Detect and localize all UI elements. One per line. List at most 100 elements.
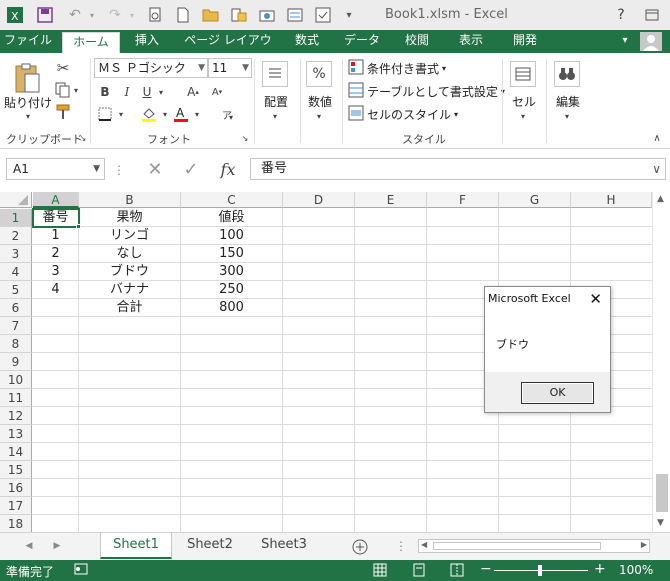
row-header[interactable]: 7 [0, 317, 32, 335]
underline-icon[interactable]: U [138, 83, 156, 101]
row-header[interactable]: 2 [0, 227, 32, 245]
row-header[interactable]: 15 [0, 461, 32, 479]
scroll-right-icon[interactable]: ▶ [641, 540, 647, 549]
fill-color-icon[interactable] [140, 105, 158, 123]
collapse-ribbon-icon[interactable]: ∧ [650, 131, 664, 145]
cell-c4[interactable]: 300 [181, 263, 282, 281]
borders-icon[interactable] [96, 105, 114, 123]
account-avatar[interactable] [640, 32, 662, 51]
tab-formulas[interactable]: 数式 [284, 30, 330, 53]
cut-icon[interactable]: ✂ [54, 59, 72, 77]
row-header[interactable]: 18 [0, 515, 32, 532]
phonetic-dropdown-icon[interactable]: ▾ [226, 111, 236, 123]
scroll-thumb[interactable] [656, 474, 668, 512]
font-launcher-icon[interactable]: ↘ [240, 133, 250, 143]
insert-function-icon[interactable]: fx [214, 158, 242, 180]
fill-color-dropdown-icon[interactable]: ▾ [160, 108, 170, 120]
scroll-left-icon[interactable]: ◀ [421, 540, 427, 549]
print-preview-icon[interactable] [144, 4, 166, 26]
tab-developer[interactable]: 開発 [502, 30, 548, 53]
cell-styles-button[interactable]: セルのスタイル ▾ [348, 105, 458, 124]
sheet-next-icon[interactable]: ▶ [50, 539, 64, 553]
row-header[interactable]: 17 [0, 497, 32, 515]
editing-dropdown-icon[interactable]: ▾ [562, 111, 572, 121]
paste-dropdown-icon[interactable]: ▾ [22, 111, 34, 121]
cell-b3[interactable]: なし [79, 245, 180, 263]
column-header[interactable]: D [283, 192, 355, 208]
alignment-label[interactable]: 配置 [256, 93, 296, 110]
row-header[interactable]: 14 [0, 443, 32, 461]
row-header[interactable]: 6 [0, 299, 32, 317]
binoculars-icon[interactable] [554, 61, 580, 87]
column-header[interactable]: G [499, 192, 571, 208]
paste-icon[interactable] [10, 61, 44, 95]
row-header[interactable]: 16 [0, 479, 32, 497]
format-painter-icon[interactable] [54, 103, 72, 121]
italic-icon[interactable]: I [118, 83, 136, 101]
cell-c6[interactable]: 800 [181, 299, 282, 317]
copy-icon[interactable] [54, 81, 72, 99]
row-header[interactable]: 13 [0, 425, 32, 443]
borders-dropdown-icon[interactable]: ▾ [116, 108, 126, 120]
sheet-prev-icon[interactable]: ◀ [22, 539, 36, 553]
expand-formula-icon[interactable]: ∨ [652, 159, 661, 179]
column-header[interactable]: E [355, 192, 427, 208]
page-layout-view-icon[interactable] [412, 563, 426, 580]
sort-icon[interactable] [228, 4, 250, 26]
macro-record-icon[interactable] [74, 562, 88, 579]
number-label[interactable]: 数値 [300, 93, 340, 110]
formula-input[interactable]: 番号 ∨ [250, 158, 666, 180]
vertical-scrollbar[interactable]: ▲ ▼ [652, 192, 670, 532]
font-color-icon[interactable]: A [172, 105, 190, 123]
row-header[interactable]: 8 [0, 335, 32, 353]
help-icon[interactable]: ? [607, 3, 635, 27]
percent-icon[interactable]: % [306, 61, 332, 87]
cells-label[interactable]: セル [504, 93, 544, 110]
cell-a5[interactable]: 4 [33, 281, 78, 299]
cell-c1[interactable]: 値段 [181, 209, 282, 227]
customize-qat-icon[interactable]: ▾ [338, 4, 360, 26]
row-header[interactable]: 10 [0, 371, 32, 389]
tab-view[interactable]: 表示 [448, 30, 494, 53]
new-sheet-icon[interactable] [350, 537, 370, 557]
cell-a3[interactable]: 2 [33, 245, 78, 263]
row-header[interactable]: 9 [0, 353, 32, 371]
row-header[interactable]: 4 [0, 263, 32, 281]
page-break-view-icon[interactable] [450, 563, 464, 580]
column-header[interactable]: F [427, 192, 499, 208]
cell-b1[interactable]: 果物 [79, 209, 180, 227]
alignment-dropdown-icon[interactable]: ▾ [270, 111, 280, 121]
normal-view-icon[interactable] [373, 563, 387, 580]
alignment-icon[interactable] [262, 61, 288, 87]
ok-button[interactable]: OK [521, 382, 594, 404]
cell-b2[interactable]: リンゴ [79, 227, 180, 245]
column-header[interactable]: B [79, 192, 181, 208]
formula-bar-grip-icon[interactable]: ⋮ [113, 161, 125, 179]
paste-button-label[interactable]: 貼り付け [4, 94, 52, 111]
number-dropdown-icon[interactable]: ▾ [314, 111, 324, 121]
cell-a2[interactable]: 1 [33, 227, 78, 245]
cells-dropdown-icon[interactable]: ▾ [518, 111, 528, 121]
save-icon[interactable] [34, 4, 56, 26]
open-folder-icon[interactable] [200, 4, 222, 26]
increase-font-icon[interactable]: A ▴ [184, 83, 202, 101]
format-as-table-button[interactable]: テーブルとして書式設定 ▾ [348, 82, 505, 101]
cell-a4[interactable]: 3 [33, 263, 78, 281]
horizontal-scrollbar[interactable]: ◀ ▶ [418, 539, 650, 553]
row-header[interactable]: 3 [0, 245, 32, 263]
cell-b6[interactable]: 合計 [79, 299, 180, 317]
tab-review[interactable]: 校閲 [394, 30, 440, 53]
zoom-level[interactable]: 100% [619, 563, 653, 577]
font-size-select[interactable]: 11 ▼ [208, 58, 252, 78]
cell-c3[interactable]: 150 [181, 245, 282, 263]
form-icon[interactable] [284, 4, 306, 26]
close-icon[interactable]: ✕ [589, 290, 602, 308]
cancel-icon[interactable]: ✕ [142, 158, 168, 180]
new-file-icon[interactable] [172, 4, 194, 26]
sheet-tab-sheet1[interactable]: Sheet1 [100, 533, 172, 559]
cell-a6[interactable] [33, 299, 78, 317]
font-name-select[interactable]: ＭＳ Ｐゴシック ▼ [94, 58, 208, 78]
editing-label[interactable]: 編集 [548, 93, 588, 110]
camera-icon[interactable] [256, 4, 278, 26]
macro-icon[interactable] [312, 4, 334, 26]
